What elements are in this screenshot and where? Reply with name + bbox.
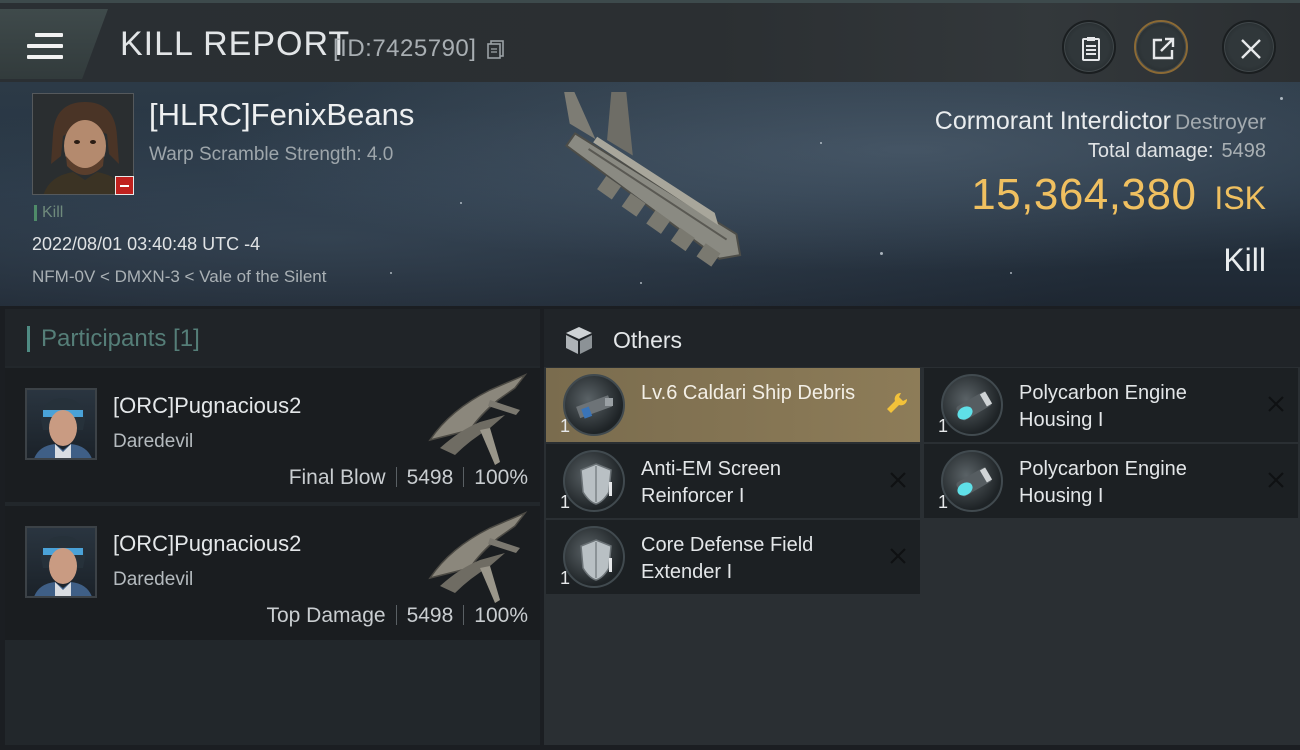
item-name: Core Defense Field Extender I: [641, 534, 814, 583]
total-damage-value: 5498: [1221, 140, 1267, 162]
others-header[interactable]: Others: [544, 309, 1300, 367]
copy-id-icon[interactable]: [486, 39, 506, 59]
participant-avatar: [25, 526, 97, 598]
participant-card[interactable]: [ORC]Pugnacious2 Daredevil Final Blow 549…: [5, 368, 540, 502]
export-icon: [1152, 37, 1175, 60]
item-name: Lv.6 Caldari Ship Debris: [641, 382, 856, 404]
others-label: Others: [613, 327, 683, 353]
participant-card[interactable]: [ORC]Pugnacious2 Daredevil Top Damage 549…: [5, 506, 540, 640]
export-button[interactable]: [1134, 20, 1188, 74]
warp-scramble-strength: Warp Scramble Strength: 4.0: [149, 144, 394, 165]
dropped-item[interactable]: 1 Polycarbon Engine Housing I: [924, 444, 1298, 518]
destroyed-x-icon: [1268, 472, 1284, 488]
close-button[interactable]: [1222, 20, 1276, 74]
clipboard-icon: [1082, 37, 1100, 61]
participants-panel: Participants [1] [ORC]Pugnacious2 Darede…: [5, 309, 540, 745]
item-name: Polycarbon Engine Housing I: [1019, 458, 1187, 507]
participant-ship: Daredevil: [113, 569, 194, 590]
participant-stats: Top Damage 5498 100%: [266, 604, 528, 628]
engine-housing-icon: [941, 374, 1003, 436]
participant-ship-image: [428, 373, 528, 465]
item-name: Polycarbon Engine Housing I: [1019, 382, 1187, 431]
participant-role: Top Damage: [266, 604, 386, 627]
victim-ship-name[interactable]: Cormorant Interdictor Destroyer: [935, 107, 1266, 136]
shield-reinforcer-icon: [563, 450, 625, 512]
wrench-icon[interactable]: [884, 390, 910, 416]
participant-damage: 5498: [406, 604, 454, 627]
participant-stats: Final Blow 5498 100%: [289, 466, 528, 490]
participant-name: [ORC]Pugnacious2: [113, 531, 302, 556]
item-name: Anti-EM Screen Reinforcer I: [641, 458, 782, 507]
clipboard-button[interactable]: [1062, 20, 1116, 74]
isk-amount: 15,364,380: [971, 170, 1197, 219]
participant-percent: 100%: [474, 466, 528, 489]
item-quantity: 1: [560, 568, 571, 588]
close-icon: [1241, 39, 1261, 59]
debris-icon: [563, 374, 625, 436]
dropped-item[interactable]: 1 Core Defense Field Extender I: [546, 520, 920, 594]
dropped-item[interactable]: 1 Anti-EM Screen Reinforcer I: [546, 444, 920, 518]
destroyed-x-icon: [1268, 396, 1284, 412]
shield-extender-icon: [563, 526, 625, 588]
menu-button[interactable]: [0, 9, 108, 79]
dropped-item[interactable]: 1 Polycarbon Engine Housing I: [924, 368, 1298, 442]
item-quantity: 1: [938, 416, 949, 436]
participant-role: Final Blow: [288, 466, 386, 489]
victim-ship-class: Destroyer: [1174, 111, 1266, 134]
participant-ship-image: [428, 511, 528, 603]
total-damage: Total damage: 5498: [1087, 140, 1267, 162]
destroyed-x-icon: [890, 548, 906, 564]
participant-percent: 100%: [474, 604, 528, 627]
hostile-badge-icon: [115, 176, 134, 195]
report-result: Kill: [1223, 242, 1266, 278]
kill-location[interactable]: NFM-0V < DMXN-3 < Vale of the Silent: [32, 267, 326, 287]
victim-ship-image[interactable]: [515, 92, 785, 292]
participant-name: [ORC]Pugnacious2: [113, 393, 302, 418]
participants-header[interactable]: Participants [1]: [5, 309, 540, 366]
isk-unit: ISK: [1214, 180, 1266, 216]
pilot-portrait-icon: [34, 398, 92, 458]
victim-summary: [HLRC]FenixBeans Warp Scramble Strength:…: [0, 82, 1300, 306]
dropped-item[interactable]: 1 Lv.6 Caldari Ship Debris: [546, 368, 920, 442]
item-quantity: 1: [560, 416, 571, 436]
participants-label: Participants [1]: [41, 325, 200, 352]
item-quantity: 1: [938, 492, 949, 512]
kill-datetime: 2022/08/01 03:40:48 UTC -4: [32, 234, 261, 254]
page-title: KILL REPORT: [120, 25, 351, 63]
participant-ship: Daredevil: [113, 431, 194, 452]
item-quantity: 1: [560, 492, 571, 512]
participant-avatar: [25, 388, 97, 460]
kill-tag: Kill: [34, 205, 63, 221]
items-panel: Others 1 Lv.6 Caldari Ship Debris 1 Poly…: [544, 309, 1300, 745]
engine-housing-icon: [941, 450, 1003, 512]
report-id: [ID:7425790]: [333, 35, 477, 62]
participant-damage: 5498: [406, 466, 454, 489]
title-bar: KILL REPORT [ID:7425790]: [0, 0, 1300, 82]
pilot-portrait-icon: [34, 536, 92, 596]
isk-value: 15,364,380 ISK: [971, 170, 1266, 220]
destroyed-x-icon: [890, 472, 906, 488]
cargo-box-icon: [566, 327, 592, 354]
victim-name[interactable]: [HLRC]FenixBeans: [149, 97, 414, 133]
hamburger-menu-icon: [27, 33, 63, 59]
